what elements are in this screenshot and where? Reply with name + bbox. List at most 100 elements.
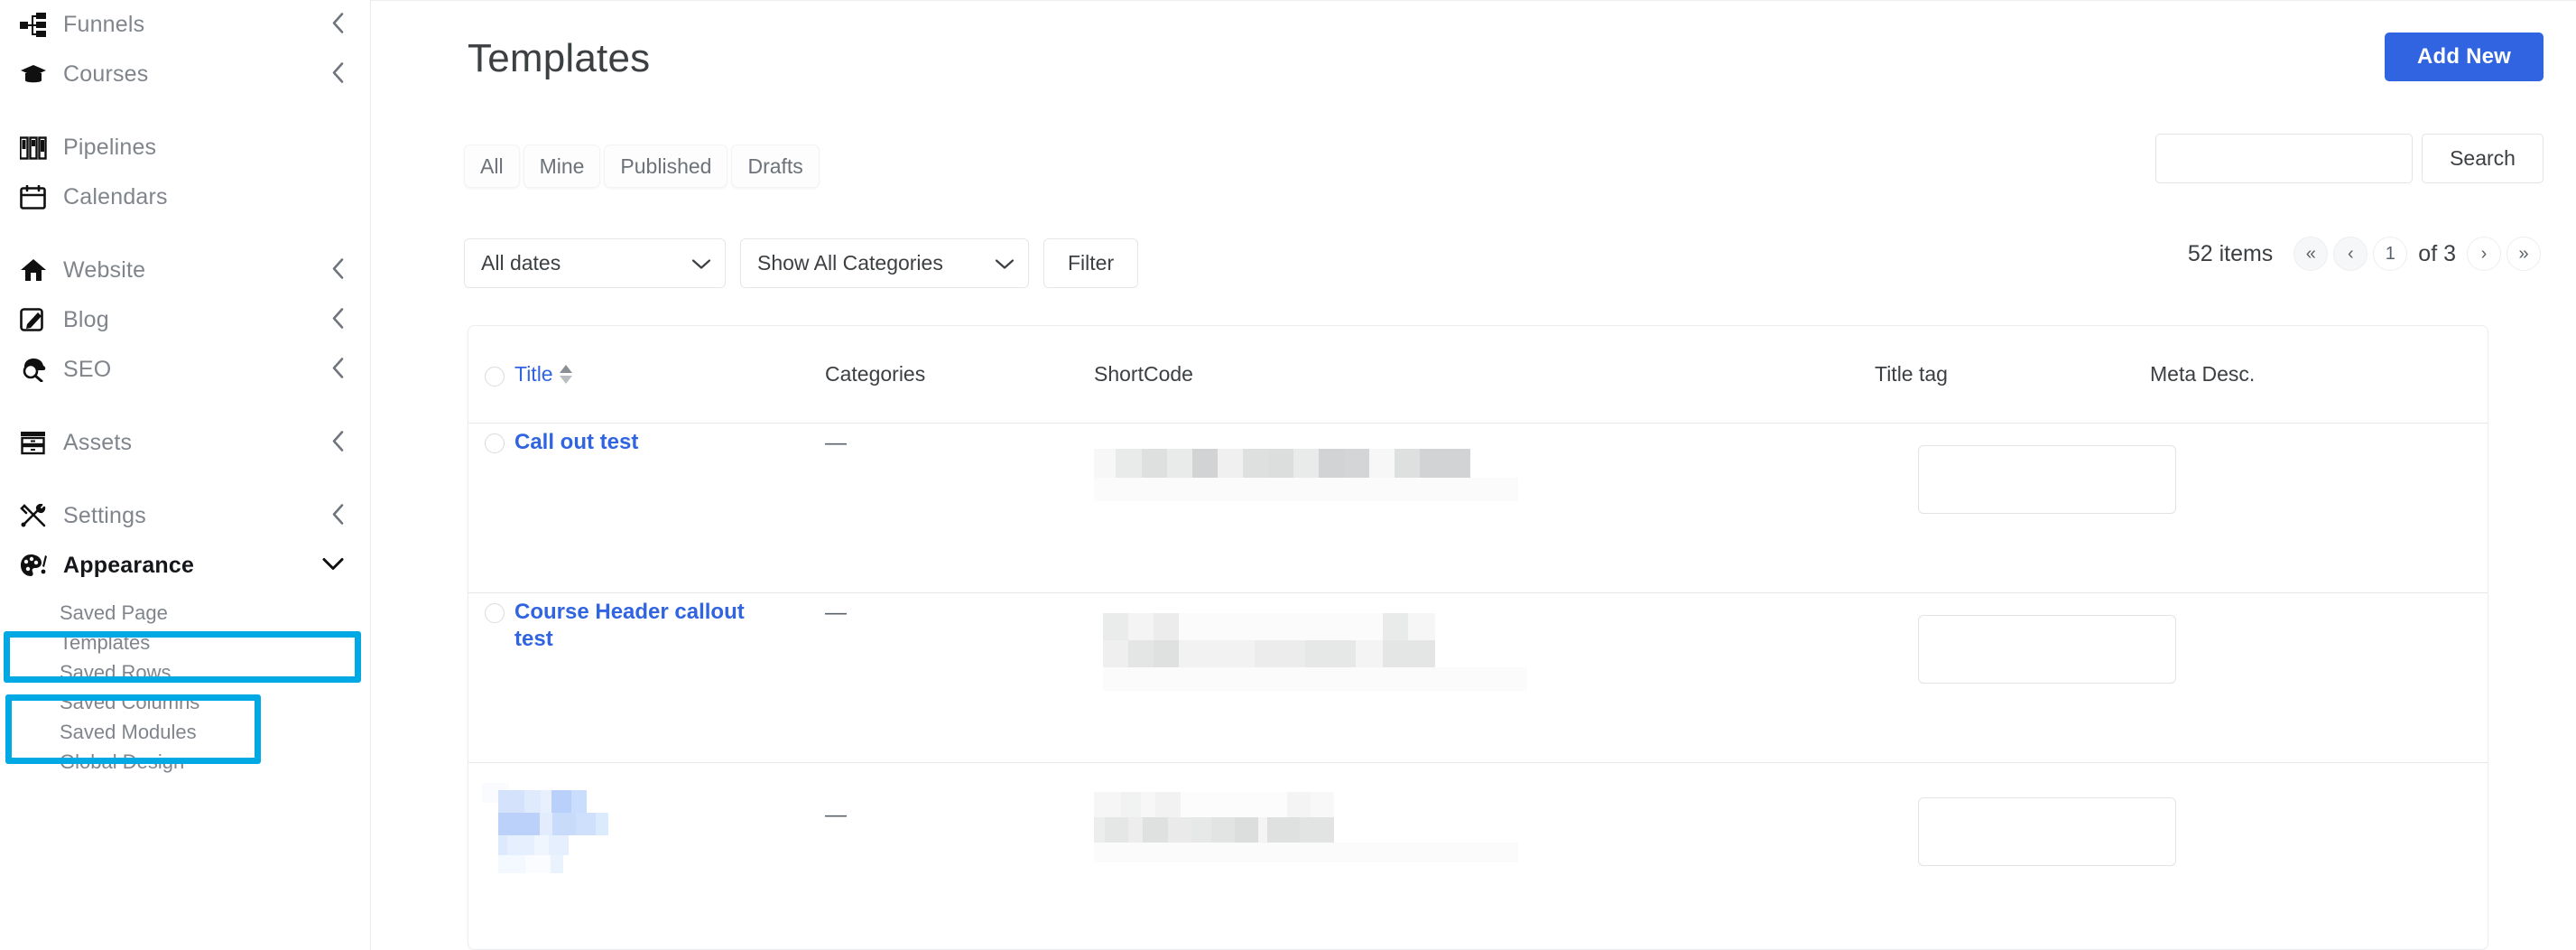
sidebar-item-label: Assets <box>63 430 133 455</box>
sort-arrows-icon[interactable] <box>559 365 572 384</box>
assets-icon <box>20 430 54 457</box>
pagination-first-button[interactable]: « <box>2293 237 2329 271</box>
sidebar-item-blog[interactable]: Blog <box>0 295 370 345</box>
chevron-left-icon[interactable] <box>330 256 345 284</box>
appearance-submenu: Saved Page Templates Saved Rows Saved Co… <box>0 591 370 777</box>
row-cell-meta-desc <box>2150 424 2488 592</box>
sidebar-subitem-global-design[interactable]: Global Design <box>0 747 370 777</box>
appearance-icon <box>20 553 54 580</box>
column-header-shortcode: ShortCode <box>1094 362 1193 386</box>
chevron-left-icon[interactable] <box>330 356 345 384</box>
sidebar-item-label: Blog <box>63 307 109 332</box>
shortcode-redacted-block <box>1094 792 1527 862</box>
pagination-of-label: of 3 <box>2418 240 2456 266</box>
filter-button[interactable]: Filter <box>1043 238 1139 288</box>
chevron-down-icon <box>995 251 1015 275</box>
sidebar-item-appearance[interactable]: Appearance <box>0 541 370 591</box>
sidebar-subitem-saved-columns[interactable]: Saved Columns <box>0 687 370 717</box>
category-filter-select[interactable]: Show All Categories <box>740 238 1029 288</box>
select-all-radio[interactable] <box>485 367 505 387</box>
page-title: Templates <box>468 36 651 80</box>
table-header-row: Title Categories ShortCode Title tag Met… <box>468 326 2488 424</box>
tab-all[interactable]: All <box>464 144 520 188</box>
header-cell-shortcode: ShortCode <box>1094 362 1875 387</box>
column-header-categories: Categories <box>825 362 926 386</box>
search-button[interactable]: Search <box>2422 134 2544 183</box>
tab-published[interactable]: Published <box>604 144 728 188</box>
items-count-label: 52 items <box>2187 240 2274 266</box>
sidebar-item-label: Calendars <box>63 184 168 210</box>
row-select-radio[interactable] <box>485 433 505 453</box>
title-tag-input[interactable] <box>1918 445 2176 514</box>
chevron-left-icon[interactable] <box>330 11 345 39</box>
chevron-left-icon[interactable] <box>330 306 345 334</box>
row-title-link[interactable]: Call out test <box>514 429 638 456</box>
filter-tabs: All Mine Published Drafts <box>464 144 820 188</box>
row-select-radio[interactable] <box>485 603 505 623</box>
tab-drafts[interactable]: Drafts <box>731 144 820 188</box>
pagination-prev-button[interactable]: ‹ <box>2333 237 2368 271</box>
row-title-link[interactable]: Course Header callout test <box>514 599 785 653</box>
header-cell-categories: Categories <box>825 362 1094 387</box>
row-cell-title: Course Header callout test <box>468 593 825 762</box>
table-row: Course Header callout test — <box>468 593 2488 763</box>
chevron-left-icon[interactable] <box>330 429 345 457</box>
sidebar-item-assets[interactable]: Assets <box>0 418 370 468</box>
sidebar-item-label: SEO <box>63 357 112 382</box>
shortcode-redacted-block <box>1094 449 1518 501</box>
funnels-icon <box>20 12 54 39</box>
sidebar-item-pipelines[interactable]: Pipelines <box>0 123 370 172</box>
calendars-icon <box>20 184 54 211</box>
sidebar-item-calendars[interactable]: Calendars <box>0 172 370 222</box>
chevron-down-icon[interactable] <box>321 555 345 576</box>
templates-table: Title Categories ShortCode Title tag Met… <box>468 325 2488 950</box>
add-new-button[interactable]: Add New <box>2385 33 2544 81</box>
row-cell-shortcode <box>1094 763 1875 944</box>
blog-icon <box>20 307 54 334</box>
pagination-last-button[interactable]: » <box>2507 237 2541 271</box>
table-row: Call out test — <box>468 424 2488 593</box>
row-categories-value: — <box>825 601 847 625</box>
pipelines-icon <box>20 135 54 162</box>
sidebar-item-settings[interactable]: Settings <box>0 491 370 541</box>
sidebar-item-seo[interactable]: SEO <box>0 345 370 395</box>
header-cell-title: Title <box>468 362 825 387</box>
sidebar-divider <box>0 222 370 246</box>
filter-toolbar: All dates Show All Categories Filter <box>464 238 1139 288</box>
date-filter-select[interactable]: All dates <box>464 238 726 288</box>
search-input[interactable] <box>2155 134 2413 183</box>
pagination-current-page[interactable]: 1 <box>2373 237 2408 271</box>
sidebar-item-label: Pipelines <box>63 135 157 160</box>
search-area: Search <box>2155 134 2544 183</box>
chevron-left-icon[interactable] <box>330 61 345 88</box>
title-tag-input[interactable] <box>1918 797 2176 866</box>
sidebar-item-website[interactable]: Website <box>0 246 370 295</box>
row-categories-value: — <box>825 803 847 827</box>
row-cell-meta-desc <box>2150 593 2488 762</box>
main-content: Templates Add New All Mine Published Dra… <box>371 0 2576 950</box>
sidebar-item-funnels[interactable]: Funnels <box>0 0 370 50</box>
sidebar-divider <box>0 468 370 491</box>
row-cell-shortcode <box>1094 593 1875 762</box>
title-tag-input[interactable] <box>1918 615 2176 684</box>
settings-icon <box>20 503 54 530</box>
tab-mine[interactable]: Mine <box>523 144 601 188</box>
chevron-left-icon[interactable] <box>330 502 345 530</box>
row-title-redacted-block[interactable] <box>482 783 613 873</box>
sidebar-group-3: Website Blog SEO <box>0 246 370 395</box>
column-header-title[interactable]: Title <box>514 362 553 387</box>
sidebar-subitem-saved-modules[interactable]: Saved Modules <box>0 717 370 747</box>
row-cell-title-tag <box>1875 763 2176 944</box>
website-icon <box>20 257 54 284</box>
header-cell-meta-desc: Meta Desc. <box>2150 362 2488 387</box>
row-cell-title <box>468 763 825 944</box>
pagination-next-button[interactable]: › <box>2467 237 2501 271</box>
row-cell-categories: — <box>825 424 1094 592</box>
sidebar-subitem-saved-page-templates[interactable]: Saved Page Templates <box>0 598 208 657</box>
sidebar-item-courses[interactable]: Courses <box>0 50 370 99</box>
row-cell-shortcode <box>1094 424 1875 592</box>
sidebar-item-label: Website <box>63 257 146 283</box>
courses-icon <box>20 61 54 88</box>
sidebar-subitem-saved-rows[interactable]: Saved Rows <box>0 657 370 687</box>
seo-icon <box>20 357 54 384</box>
